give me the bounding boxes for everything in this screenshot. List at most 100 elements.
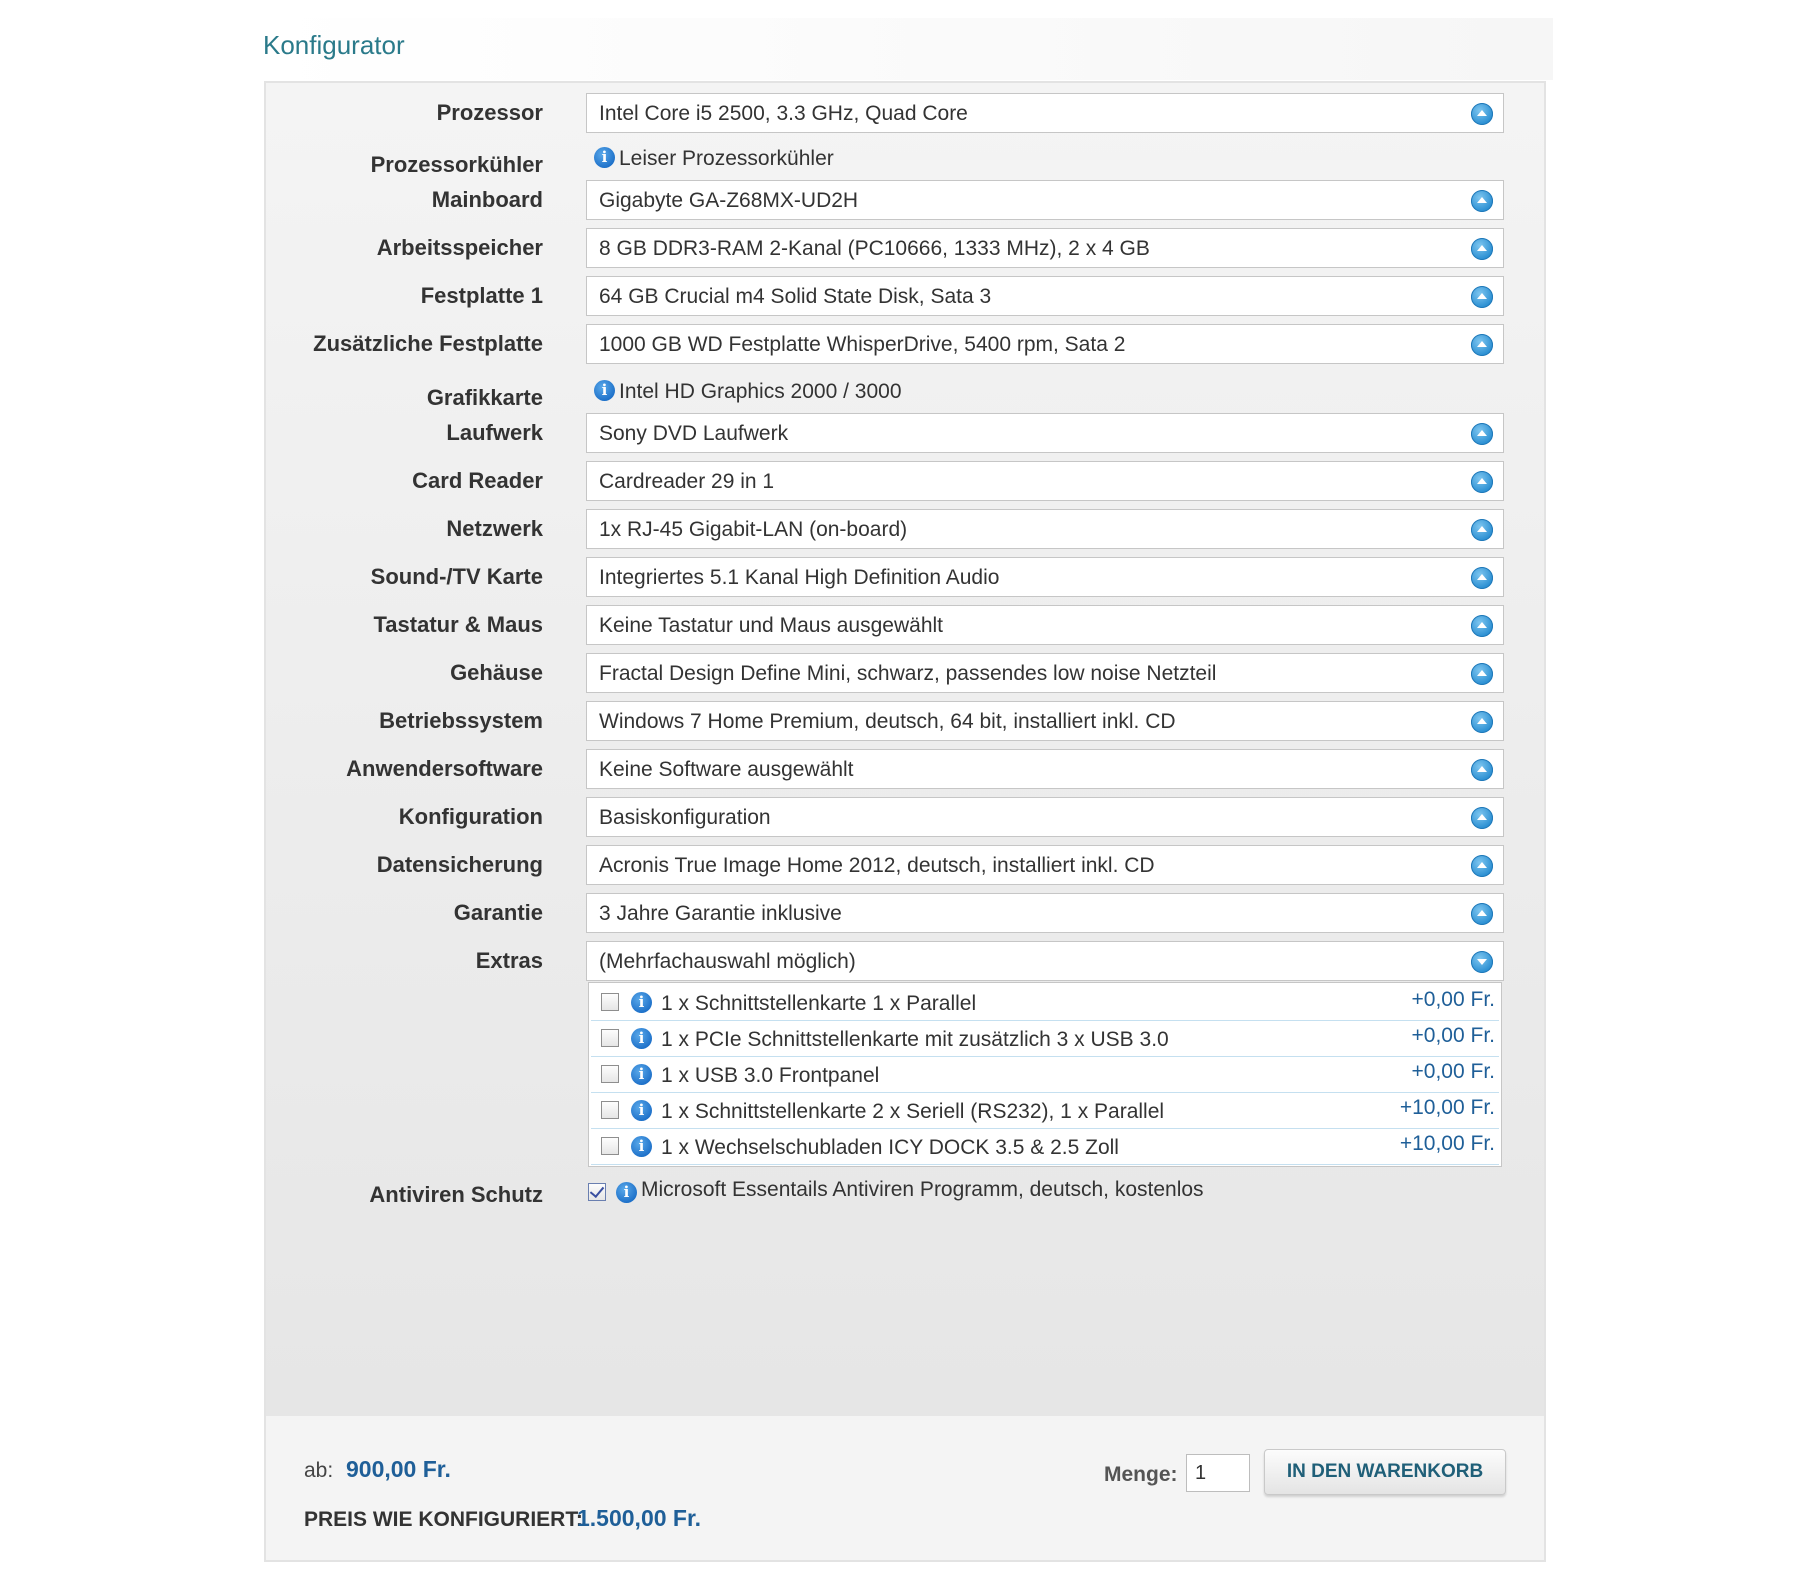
info-icon[interactable]: i (631, 1028, 652, 1049)
zusaetzliche-festplatte-select[interactable]: 1000 GB WD Festplatte WhisperDrive, 5400… (586, 324, 1504, 364)
select-value: Basiskonfiguration (599, 806, 771, 829)
extra-checkbox[interactable] (601, 1065, 619, 1083)
chevron-circle-icon (1471, 759, 1493, 781)
select-value: Acronis True Image Home 2012, deutsch, i… (599, 854, 1155, 877)
config-row-prozessor: Prozessor Intel Core i5 2500, 3.3 GHz, Q… (266, 93, 1544, 133)
row-label: Gehäuse (450, 660, 543, 685)
chevron-circle-icon (1471, 471, 1493, 493)
antivirus-value: Microsoft Essentails Antiviren Programm,… (641, 1178, 1204, 1201)
config-row-antiviren-schutz: Antiviren Schutz i Microsoft Essentails … (266, 1175, 1544, 1215)
chevron-circle-icon (1471, 567, 1493, 589)
gehaeuse-select[interactable]: Fractal Design Define Mini, schwarz, pas… (586, 653, 1504, 693)
row-label: Festplatte 1 (420, 283, 543, 308)
info-icon[interactable]: i (594, 146, 615, 168)
info-icon[interactable]: i (631, 1100, 652, 1121)
chevron-circle-icon (1471, 286, 1493, 308)
info-icon[interactable]: i (616, 1182, 637, 1203)
title-bar (263, 18, 1553, 80)
extras-select[interactable]: (Mehrfachauswahl möglich) (586, 941, 1504, 981)
garantie-select[interactable]: 3 Jahre Garantie inklusive (586, 893, 1504, 933)
extras-list-item: i 1 x Wechselschubladen ICY DOCK 3.5 & 2… (591, 1129, 1499, 1165)
info-icon[interactable]: i (631, 992, 652, 1013)
row-label: Netzwerk (446, 516, 543, 541)
konfiguration-select[interactable]: Basiskonfiguration (586, 797, 1504, 837)
prozessor-select[interactable]: Intel Core i5 2500, 3.3 GHz, Quad Core (586, 93, 1504, 133)
config-row-zusaetzliche-festplatte: Zusätzliche Festplatte 1000 GB WD Festpl… (266, 324, 1544, 364)
add-to-cart-button[interactable]: IN DEN WARENKORB (1264, 1449, 1506, 1495)
extras-list-item: i 1 x PCIe Schnittstellenkarte mit zusät… (591, 1021, 1499, 1057)
extra-label: 1 x USB 3.0 Frontpanel (661, 1064, 880, 1087)
info-icon[interactable]: i (631, 1064, 652, 1085)
chevron-down-circle-icon (1471, 951, 1493, 973)
row-label: Laufwerk (446, 420, 543, 445)
configurator-panel: Prozessor Intel Core i5 2500, 3.3 GHz, Q… (264, 81, 1546, 1562)
row-label: Tastatur & Maus (373, 612, 543, 637)
extra-checkbox[interactable] (601, 993, 619, 1011)
betriebssystem-select[interactable]: Windows 7 Home Premium, deutsch, 64 bit,… (586, 701, 1504, 741)
netzwerk-select[interactable]: 1x RJ-45 Gigabit-LAN (on-board) (586, 509, 1504, 549)
quantity-label: Menge: (1104, 1463, 1178, 1486)
extra-label: 1 x Wechselschubladen ICY DOCK 3.5 & 2.5… (661, 1136, 1119, 1159)
row-label: Mainboard (431, 187, 543, 212)
select-value: Sony DVD Laufwerk (599, 422, 789, 445)
laufwerk-select[interactable]: Sony DVD Laufwerk (586, 413, 1504, 453)
extra-checkbox[interactable] (601, 1101, 619, 1119)
row-label: Zusätzliche Festplatte (313, 331, 543, 356)
select-value: Integriertes 5.1 Kanal High Definition A… (599, 566, 1000, 589)
page-title: Konfigurator (263, 30, 405, 60)
price-from-value: 900,00 Fr. (346, 1456, 451, 1482)
chevron-circle-icon (1471, 807, 1493, 829)
arbeitsspeicher-select[interactable]: 8 GB DDR3-RAM 2-Kanal (PC10666, 1333 MHz… (586, 228, 1504, 268)
row-label: Card Reader (412, 468, 543, 493)
chevron-circle-icon (1471, 615, 1493, 637)
extra-price: +0,00 Fr. (1411, 1060, 1495, 1083)
config-row-mainboard: Mainboard Gigabyte GA-Z68MX-UD2H (266, 180, 1544, 220)
config-row-anwendersoftware: Anwendersoftware Keine Software ausgewäh… (266, 749, 1544, 789)
extra-checkbox[interactable] (601, 1029, 619, 1047)
chevron-circle-icon (1471, 519, 1493, 541)
select-value: Windows 7 Home Premium, deutsch, 64 bit,… (599, 710, 1176, 733)
row-label: Sound-/TV Karte (370, 564, 543, 589)
extras-list-item: i 1 x Schnittstellenkarte 2 x Seriell (R… (591, 1093, 1499, 1129)
config-area: Prozessor Intel Core i5 2500, 3.3 GHz, Q… (266, 83, 1544, 1416)
config-row-laufwerk: Laufwerk Sony DVD Laufwerk (266, 413, 1544, 453)
extra-price: +10,00 Fr. (1399, 1096, 1495, 1119)
chevron-circle-icon (1471, 238, 1493, 260)
info-icon[interactable]: i (631, 1136, 652, 1157)
extra-price: +0,00 Fr. (1411, 1024, 1495, 1047)
festplatte-1-select[interactable]: 64 GB Crucial m4 Solid State Disk, Sata … (586, 276, 1504, 316)
row-label: Prozessor (436, 100, 543, 125)
row-label: Extras (475, 948, 543, 973)
anwendersoftware-select[interactable]: Keine Software ausgewählt (586, 749, 1504, 789)
extra-label: 1 x Schnittstellenkarte 2 x Seriell (RS2… (661, 1100, 1165, 1123)
config-row-datensicherung: Datensicherung Acronis True Image Home 2… (266, 845, 1544, 885)
chevron-circle-icon (1471, 855, 1493, 877)
price-configured-value: 1.500,00 Fr. (577, 1505, 702, 1531)
card-reader-select[interactable]: Cardreader 29 in 1 (586, 461, 1504, 501)
select-value: (Mehrfachauswahl möglich) (599, 950, 856, 973)
extras-list-item: i 1 x Schnittstellenkarte 1 x Parallel +… (591, 985, 1499, 1021)
config-row-extras: Extras (Mehrfachauswahl möglich) (266, 941, 1544, 981)
static-value: i Intel HD Graphics 2000 / 3000 (594, 379, 902, 404)
datensicherung-select[interactable]: Acronis True Image Home 2012, deutsch, i… (586, 845, 1504, 885)
page: Konfigurator Prozessor Intel Core i5 250… (0, 0, 1794, 1591)
row-label: Antiviren Schutz (369, 1182, 543, 1207)
antivirus-checkbox[interactable] (588, 1183, 606, 1201)
tastatur-maus-select[interactable]: Keine Tastatur und Maus ausgewählt (586, 605, 1504, 645)
chevron-circle-icon (1471, 190, 1493, 212)
row-label: Arbeitsspeicher (376, 235, 543, 260)
chevron-circle-icon (1471, 423, 1493, 445)
select-value: 1x RJ-45 Gigabit-LAN (on-board) (599, 518, 908, 541)
sound-tv-karte-select[interactable]: Integriertes 5.1 Kanal High Definition A… (586, 557, 1504, 597)
static-value: i Leiser Prozessorkühler (594, 146, 834, 171)
extra-checkbox[interactable] (601, 1137, 619, 1155)
extras-list: i 1 x Schnittstellenkarte 1 x Parallel +… (588, 982, 1502, 1167)
select-value: Keine Software ausgewählt (599, 758, 854, 781)
row-label: Grafikkarte (426, 385, 543, 410)
config-row-arbeitsspeicher: Arbeitsspeicher 8 GB DDR3-RAM 2-Kanal (P… (266, 228, 1544, 268)
mainboard-select[interactable]: Gigabyte GA-Z68MX-UD2H (586, 180, 1504, 220)
price-footer: ab: 900,00 Fr. PREIS WIE KONFIGURIERT: 1… (266, 1416, 1544, 1560)
row-label: Anwendersoftware (346, 756, 543, 781)
info-icon[interactable]: i (594, 379, 615, 401)
quantity-input[interactable] (1186, 1454, 1250, 1492)
